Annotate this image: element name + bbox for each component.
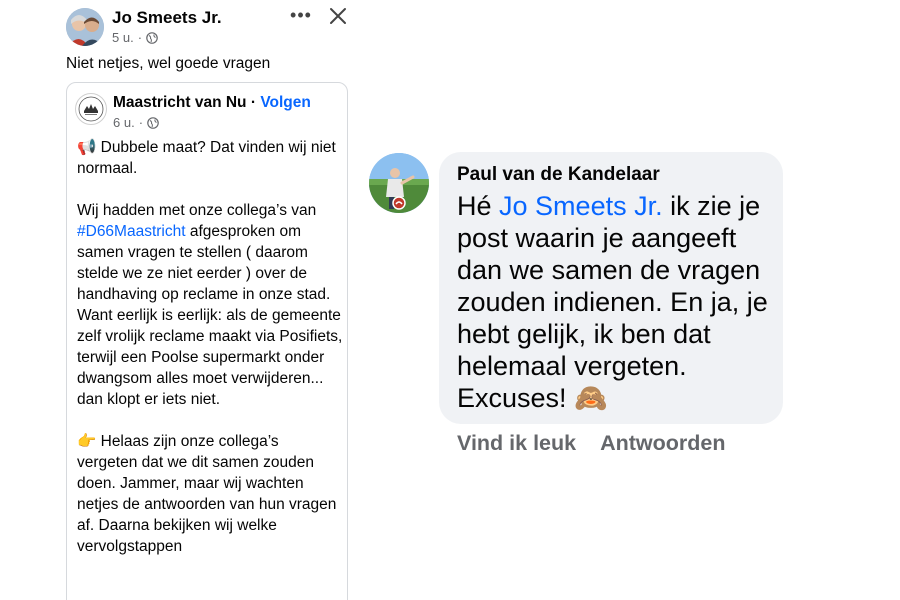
post-text: Niet netjes, wel goede vragen	[66, 55, 271, 72]
shared-page-name-row: Maastricht van Nu · Volgen	[113, 94, 311, 112]
shared-post-card[interactable]: Maastricht van Nu · Volgen 6 u. · 📢 Dubb…	[66, 82, 348, 600]
shared-post-body: 📢 Dubbele maat? Dat vinden wij niet norm…	[77, 137, 343, 557]
pointing-hand-icon: 👉	[77, 432, 97, 450]
page-logo-icon	[78, 96, 104, 122]
author-photo	[66, 8, 104, 46]
post-meta: 5 u. ·	[112, 30, 158, 45]
author-avatar[interactable]	[66, 8, 104, 46]
shared-paragraph-1: Dubbele maat? Dat vinden wij niet normaa…	[77, 139, 336, 177]
post-time[interactable]: 5 u.	[112, 30, 134, 45]
more-options-icon: •••	[290, 5, 312, 25]
comment-actions: Vind ik leuk Antwoorden	[457, 431, 726, 456]
megaphone-icon: 📢	[77, 138, 97, 156]
commenter-avatar[interactable]	[369, 153, 429, 213]
globe-icon	[147, 116, 159, 129]
shared-meta-dot: ·	[138, 115, 144, 130]
shared-page-name[interactable]: Maastricht van Nu	[113, 94, 247, 111]
page-avatar[interactable]	[75, 93, 107, 125]
shared-post-time[interactable]: 6 u.	[113, 115, 135, 130]
shared-paragraph-3: Helaas zijn onze collega’s vergeten dat …	[77, 433, 337, 555]
hashtag-link[interactable]: #D66Maastricht	[77, 223, 186, 240]
reply-button[interactable]: Antwoorden	[600, 431, 725, 456]
shared-post-header: Maastricht van Nu · Volgen 6 u. ·	[67, 83, 347, 133]
shared-paragraph-2-end: afgesproken om samen vragen te stellen (…	[77, 223, 343, 408]
more-options-button[interactable]: •••	[287, 4, 315, 28]
follow-separator: ·	[250, 94, 256, 111]
author-name[interactable]: Jo Smeets Jr.	[112, 8, 222, 28]
shared-post-meta: 6 u. ·	[113, 115, 159, 130]
see-no-evil-monkey-icon: 🙈	[574, 383, 608, 414]
comment-text: Hé Jo Smeets Jr. ik zie je post waarin j…	[457, 190, 779, 415]
commenter-photo	[369, 153, 429, 213]
meta-dot: ·	[137, 30, 143, 45]
commenter-name[interactable]: Paul van de Kandelaar	[457, 164, 660, 186]
post-header: Jo Smeets Jr. 5 u. · •••	[60, 0, 354, 50]
facebook-post: Jo Smeets Jr. 5 u. · ••• Niet netjes, we…	[60, 0, 354, 600]
comment-message: ik zie je post waarin je aangeeft dan we…	[457, 191, 768, 413]
follow-button[interactable]: Volgen	[260, 94, 311, 111]
comment-greeting: Hé	[457, 191, 500, 221]
globe-icon	[146, 31, 158, 44]
mention-link[interactable]: Jo Smeets Jr.	[499, 191, 663, 221]
like-button[interactable]: Vind ik leuk	[457, 431, 576, 456]
close-button[interactable]	[326, 4, 350, 28]
shared-paragraph-2-start: Wij hadden met onze collega’s van	[77, 202, 317, 219]
comment-bubble: Paul van de Kandelaar Hé Jo Smeets Jr. i…	[439, 152, 783, 424]
close-icon	[330, 8, 346, 24]
